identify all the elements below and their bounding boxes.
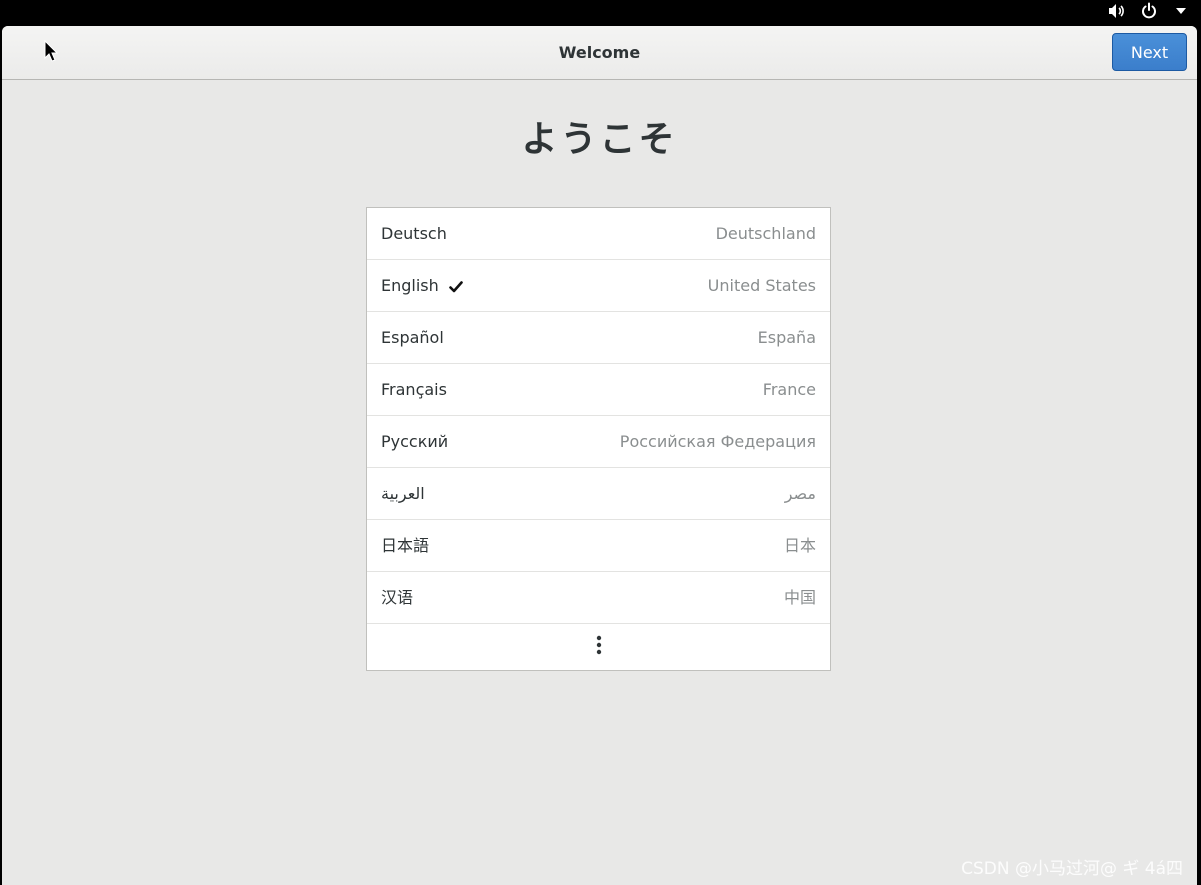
language-row-japanese[interactable]: 日本語 日本 [367, 520, 830, 572]
language-name: 汉语 [381, 588, 414, 607]
language-name: Deutsch [381, 224, 447, 243]
language-region: مصر [784, 484, 816, 503]
language-row-deutsch[interactable]: Deutsch Deutschland [367, 208, 830, 260]
chevron-down-icon[interactable] [1171, 1, 1191, 21]
language-row-espanol[interactable]: Español España [367, 312, 830, 364]
header-bar: Welcome Next [2, 26, 1197, 80]
page-heading: ようこそ [521, 119, 678, 160]
language-region: 日本 [783, 536, 816, 555]
next-button[interactable]: Next [1112, 33, 1187, 71]
language-name: Русский [381, 432, 449, 451]
more-vertical-icon [596, 635, 602, 659]
language-row-russian[interactable]: Русский Российская Федерация [367, 416, 830, 468]
language-region: Российская Федерация [619, 432, 816, 451]
checkmark-icon [449, 279, 463, 293]
language-row-arabic[interactable]: العربية مصر [367, 468, 830, 520]
window-title: Welcome [558, 43, 641, 62]
language-list: Deutsch Deutschland English United State… [366, 207, 831, 671]
language-region: France [762, 380, 816, 399]
language-row-chinese[interactable]: 汉语 中国 [367, 572, 830, 624]
power-icon[interactable] [1139, 1, 1159, 21]
language-region: 中国 [783, 588, 816, 607]
speaker-volume-icon[interactable] [1107, 1, 1127, 21]
language-region: España [757, 328, 816, 347]
language-row-english[interactable]: English United States [367, 260, 830, 312]
language-region: United States [707, 276, 816, 295]
welcome-window: Welcome Next ようこそ Deutsch Deutschland En… [2, 26, 1197, 885]
system-top-bar [0, 0, 1201, 26]
language-name: Français [381, 380, 447, 399]
language-region: Deutschland [715, 224, 816, 243]
system-tray[interactable] [1107, 0, 1191, 22]
language-name: 日本語 [381, 536, 430, 555]
language-row-francais[interactable]: Français France [367, 364, 830, 416]
language-name: Español [381, 328, 444, 347]
more-languages-button[interactable] [367, 624, 830, 670]
language-name: العربية [381, 484, 425, 503]
watermark: CSDN @小马过河@ ギ 4á四 [961, 859, 1183, 879]
mouse-pointer-icon [44, 40, 58, 62]
language-name: English [381, 276, 439, 295]
